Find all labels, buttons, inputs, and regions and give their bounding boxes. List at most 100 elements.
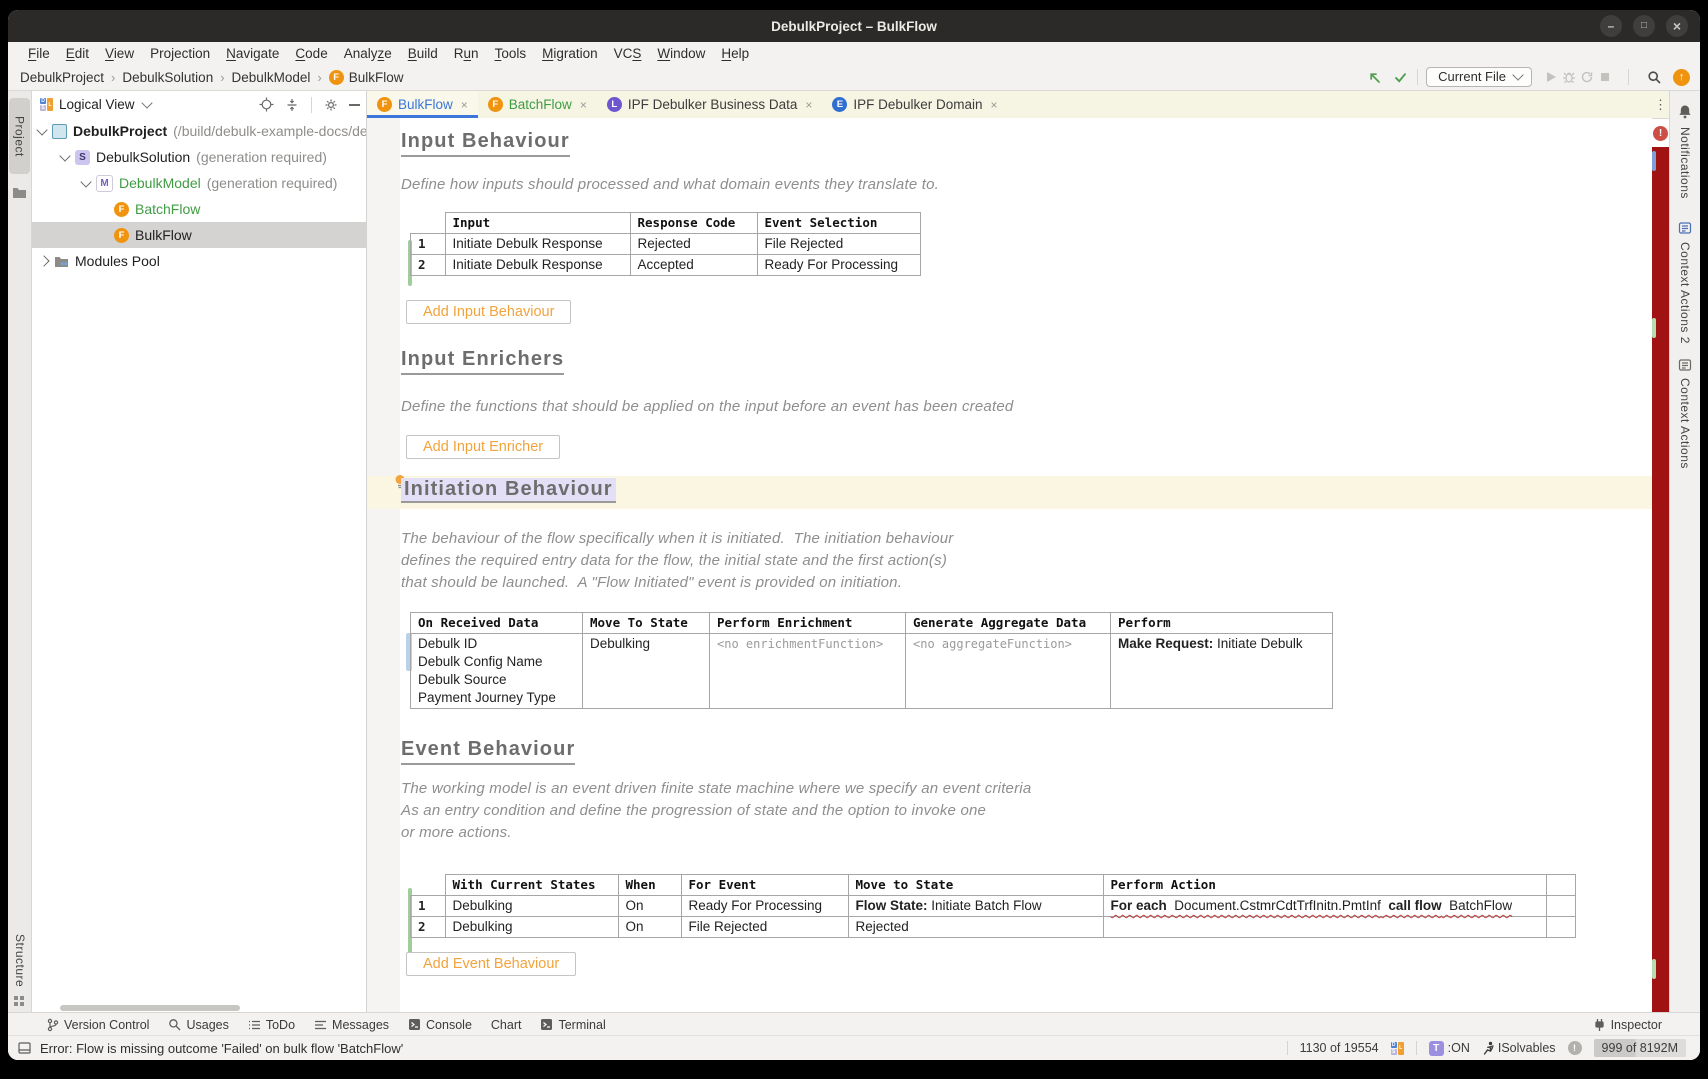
window-icon[interactable] bbox=[18, 1042, 31, 1054]
chevron-expanded-icon[interactable] bbox=[80, 176, 91, 187]
horizontal-scrollbar[interactable] bbox=[60, 1005, 240, 1011]
tool-window-button-project[interactable]: Project bbox=[9, 98, 30, 174]
tab-ipf-debulker-domain[interactable]: E IPF Debulker Domain × bbox=[822, 91, 1007, 118]
menu-edit[interactable]: Edit bbox=[58, 46, 97, 61]
tree-row-modules-pool[interactable]: Modules Pool bbox=[32, 248, 366, 274]
tree-row-project[interactable]: DebulkProject (/build/debulk-example-doc… bbox=[32, 118, 366, 144]
table-row[interactable]: 1 Initiate Debulk Response Rejected File… bbox=[411, 234, 921, 255]
add-input-behaviour-button[interactable]: Add Input Behaviour bbox=[406, 300, 571, 324]
chevron-expanded-icon[interactable] bbox=[59, 150, 70, 161]
breadcrumb-item-solution[interactable]: DebulkSolution bbox=[122, 70, 213, 85]
toggle-widget[interactable]: T :ON bbox=[1429, 1041, 1470, 1056]
minimize-button[interactable]: – bbox=[1600, 15, 1622, 37]
tool-window-button-todo[interactable]: ToDo bbox=[248, 1018, 295, 1032]
menu-run[interactable]: Run bbox=[446, 46, 487, 61]
menu-tools[interactable]: Tools bbox=[487, 46, 535, 61]
error-count-badge[interactable]: ! bbox=[1653, 126, 1668, 141]
status-error-message[interactable]: Error: Flow is missing outcome 'Failed' … bbox=[40, 1041, 403, 1056]
folder-icon[interactable] bbox=[12, 186, 27, 199]
chevron-down-icon[interactable] bbox=[141, 97, 152, 108]
menu-window[interactable]: Window bbox=[649, 46, 713, 61]
solvables-widget[interactable]: ISolvables bbox=[1482, 1041, 1556, 1055]
tree-row-solution[interactable]: S DebulkSolution (generation required) bbox=[32, 144, 366, 170]
run-configuration-select[interactable]: Current File bbox=[1426, 67, 1532, 87]
build-arrow-icon[interactable] bbox=[1365, 68, 1383, 86]
debug-button[interactable] bbox=[1560, 68, 1578, 86]
input-behaviour-table[interactable]: Input Response Code Event Selection 1 In… bbox=[410, 212, 921, 276]
collapse-all-icon[interactable] bbox=[285, 98, 299, 112]
weak-warning-badge[interactable]: ! bbox=[1568, 1041, 1582, 1055]
initiation-behaviour-table[interactable]: On Received Data Move To State Perform E… bbox=[410, 612, 1333, 709]
context-actions-icon[interactable] bbox=[1678, 358, 1692, 372]
stripe-marker[interactable] bbox=[1652, 959, 1656, 979]
menu-navigate[interactable]: Navigate bbox=[218, 46, 287, 61]
menu-file[interactable]: File bbox=[20, 46, 58, 61]
menu-build[interactable]: Build bbox=[400, 46, 446, 61]
chevron-expanded-icon[interactable] bbox=[36, 124, 47, 135]
tool-window-button-messages[interactable]: Messages bbox=[314, 1018, 389, 1032]
tool-window-button-console[interactable]: Console bbox=[408, 1018, 472, 1032]
menu-code[interactable]: Code bbox=[287, 46, 335, 61]
maximize-button[interactable]: □ bbox=[1633, 15, 1655, 37]
tool-window-button-context-actions[interactable]: Context Actions bbox=[1678, 378, 1692, 469]
event-behaviour-table[interactable]: With Current States When For Event Move … bbox=[410, 874, 1576, 938]
memory-indicator[interactable]: 999 of 8192M bbox=[1594, 1039, 1686, 1057]
locate-file-icon[interactable] bbox=[259, 97, 274, 112]
tree-row-batchflow[interactable]: F BatchFlow bbox=[32, 196, 366, 222]
tool-window-button-context-actions-2[interactable]: Context Actions 2 bbox=[1678, 242, 1692, 344]
breadcrumb-item-project[interactable]: DebulkProject bbox=[20, 70, 104, 85]
view-selector[interactable]: Logical View bbox=[59, 97, 135, 112]
title-bar[interactable]: DebulkProject – BulkFlow – □ × bbox=[8, 10, 1700, 42]
table-row[interactable]: 1 Debulking On Ready For Processing Flow… bbox=[411, 896, 1576, 917]
breadcrumb-item-model[interactable]: DebulkModel bbox=[232, 70, 311, 85]
tool-window-button-notifications[interactable]: Notifications bbox=[1678, 127, 1692, 199]
tree-row-model[interactable]: M DebulkModel (generation required) bbox=[32, 170, 366, 196]
flow-action-expression[interactable]: For each Document.CstmrCdtTrfInitn.PmtIn… bbox=[1111, 898, 1513, 913]
tree-row-bulkflow[interactable]: F BulkFlow bbox=[32, 222, 366, 248]
menu-view[interactable]: View bbox=[97, 46, 142, 61]
stop-button[interactable] bbox=[1596, 68, 1614, 86]
menu-analyze[interactable]: Analyze bbox=[336, 46, 400, 61]
gear-icon[interactable] bbox=[324, 98, 338, 112]
run-button[interactable] bbox=[1542, 68, 1560, 86]
update-available-icon[interactable]: ↑ bbox=[1673, 69, 1690, 86]
context-actions-2-icon[interactable] bbox=[1678, 221, 1692, 235]
caret-position-widget[interactable]: 1130 of 19554 bbox=[1300, 1041, 1379, 1055]
stripe-marker[interactable] bbox=[1652, 151, 1656, 171]
close-icon[interactable]: × bbox=[805, 98, 812, 112]
menu-help[interactable]: Help bbox=[713, 46, 757, 61]
run-checks-icon[interactable] bbox=[1391, 68, 1409, 86]
table-row[interactable]: 2 Initiate Debulk Response Accepted Read… bbox=[411, 255, 921, 276]
tab-bulkflow[interactable]: F BulkFlow × bbox=[367, 91, 478, 118]
menu-migration[interactable]: Migration bbox=[534, 46, 606, 61]
error-stripe[interactable] bbox=[1652, 147, 1669, 1013]
menu-vcs[interactable]: VCS bbox=[606, 46, 650, 61]
menu-projection[interactable]: Projection bbox=[142, 46, 218, 61]
tool-window-button-usages[interactable]: Usages bbox=[168, 1018, 228, 1032]
breadcrumb-item-flow[interactable]: BulkFlow bbox=[349, 70, 404, 85]
tool-window-button-chart[interactable]: Chart bbox=[491, 1018, 522, 1032]
table-row[interactable]: 2 Debulking On File Rejected Rejected bbox=[411, 917, 1576, 938]
document-editor[interactable]: Input Behaviour Define how inputs should… bbox=[367, 118, 1652, 1013]
hide-panel-icon[interactable] bbox=[349, 104, 360, 106]
close-icon[interactable]: × bbox=[580, 98, 587, 112]
add-event-behaviour-button[interactable]: Add Event Behaviour bbox=[406, 952, 576, 976]
close-button[interactable]: × bbox=[1666, 15, 1688, 37]
chevron-collapsed-icon[interactable] bbox=[38, 255, 49, 266]
tab-ipf-debulker-business-data[interactable]: L IPF Debulker Business Data × bbox=[597, 91, 823, 118]
close-icon[interactable]: × bbox=[990, 98, 997, 112]
layout-grid-icon[interactable] bbox=[13, 995, 25, 1007]
bell-icon[interactable] bbox=[1678, 104, 1692, 119]
coverage-button[interactable] bbox=[1578, 68, 1596, 86]
add-input-enricher-button[interactable]: Add Input Enricher bbox=[406, 435, 560, 459]
close-icon[interactable]: × bbox=[461, 98, 468, 112]
table-row[interactable]: Debulk ID Debulk Config Name Debulk Sour… bbox=[411, 634, 1333, 709]
tool-window-button-structure[interactable]: Structure bbox=[13, 934, 27, 987]
search-everywhere-icon[interactable] bbox=[1645, 68, 1663, 86]
stripe-marker[interactable] bbox=[1652, 318, 1656, 338]
tool-window-button-terminal[interactable]: Terminal bbox=[540, 1018, 605, 1032]
tool-window-button-version-control[interactable]: Version Control bbox=[46, 1018, 149, 1032]
tab-batchflow[interactable]: F BatchFlow × bbox=[478, 91, 597, 118]
tab-options-kebab[interactable]: ⋮ bbox=[1652, 91, 1669, 119]
tool-window-button-inspector[interactable]: Inspector bbox=[1593, 1018, 1662, 1032]
